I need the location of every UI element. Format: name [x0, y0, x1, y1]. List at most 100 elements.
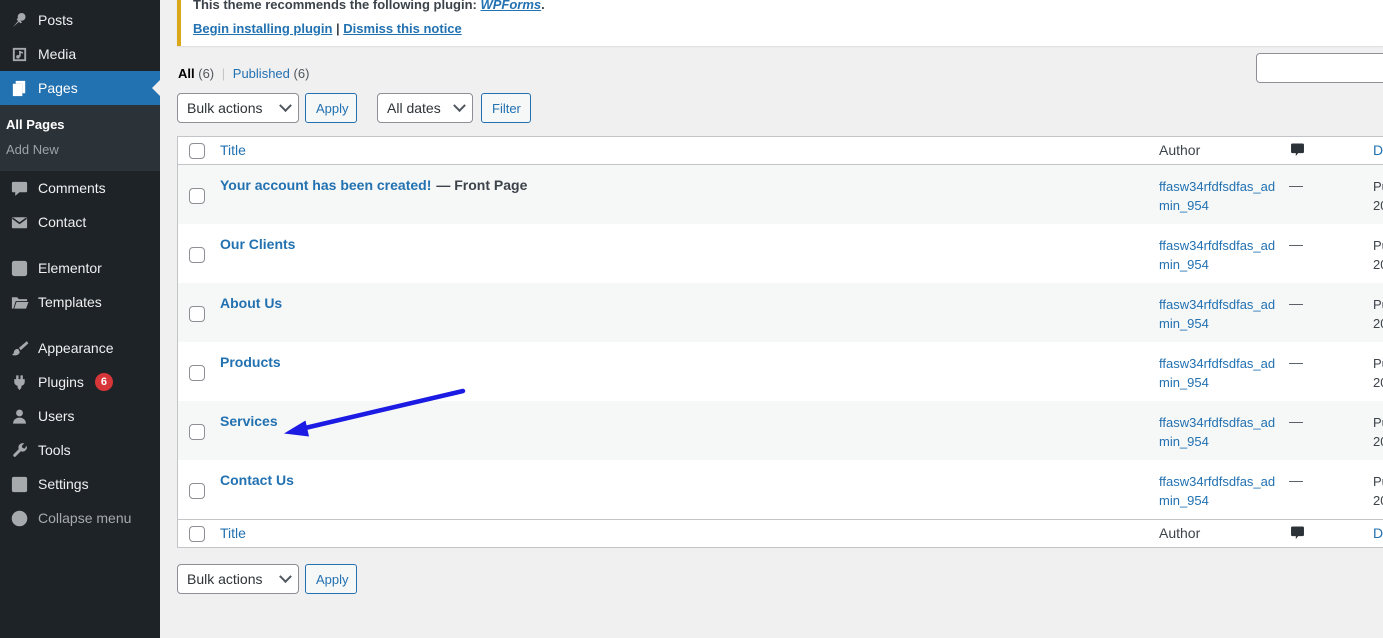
- pages-list-table: Title Author Da Your account has been cr…: [177, 136, 1383, 548]
- view-all-link[interactable]: All: [178, 66, 195, 81]
- dates-filter-select[interactable]: All dates: [377, 93, 473, 123]
- admin-sidebar: Posts Media Pages All Pages Add New Comm…: [0, 0, 160, 638]
- sidebar-item-users[interactable]: Users: [0, 399, 160, 433]
- tablenav-top: Bulk actions Apply All dates Filter: [177, 93, 1383, 123]
- row-checkbox[interactable]: [189, 306, 205, 322]
- table-row: Contact Us ffasw34rfdfsdfas_admin_954 — …: [178, 460, 1383, 519]
- view-all-count: (6): [198, 66, 214, 81]
- sidebar-item-plugins[interactable]: Plugins 6: [0, 365, 160, 399]
- date-cell: Pu20: [1373, 165, 1383, 224]
- author-link[interactable]: ffasw34rfdfsdfas_admin_954: [1159, 236, 1279, 274]
- comment-count: —: [1289, 295, 1303, 311]
- author-link[interactable]: ffasw34rfdfsdfas_admin_954: [1159, 295, 1279, 333]
- comment-count: —: [1289, 177, 1303, 193]
- menu-separator: [0, 239, 160, 251]
- sidebar-item-label: Posts: [38, 12, 73, 28]
- select-all-checkbox[interactable]: [189, 143, 205, 159]
- sliders-icon: [10, 475, 29, 494]
- sidebar-item-label: Plugins: [38, 374, 84, 390]
- page-title-link[interactable]: Our Clients: [220, 236, 295, 252]
- page-title-link[interactable]: Your account has been created!: [220, 177, 431, 193]
- notice-text: This theme recommends the following plug…: [193, 0, 480, 12]
- plug-icon: [10, 373, 29, 392]
- comment-count: —: [1289, 413, 1303, 429]
- sidebar-item-all-pages[interactable]: All Pages: [0, 112, 160, 137]
- post-state: — Front Page: [436, 177, 527, 193]
- sidebar-item-elementor[interactable]: Elementor: [0, 251, 160, 285]
- sidebar-item-tools[interactable]: Tools: [0, 433, 160, 467]
- comments-icon: [10, 179, 29, 198]
- main-content: This theme recommends the following plug…: [160, 0, 1383, 628]
- sidebar-item-appearance[interactable]: Appearance: [0, 331, 160, 365]
- publish-date: 20: [1373, 373, 1383, 392]
- sidebar-item-label: Templates: [38, 294, 102, 310]
- folder-icon: [10, 293, 29, 312]
- comment-count: —: [1289, 472, 1303, 488]
- row-checkbox[interactable]: [189, 365, 205, 381]
- apply-button[interactable]: Apply: [305, 93, 357, 123]
- pages-icon: [10, 79, 29, 98]
- bulk-actions-value: Bulk actions: [187, 571, 262, 587]
- comment-bubble-icon: [1289, 143, 1373, 158]
- sidebar-item-comments[interactable]: Comments: [0, 171, 160, 205]
- notice-text-suffix: .: [541, 0, 545, 12]
- sidebar-item-add-new[interactable]: Add New: [0, 137, 160, 162]
- select-all-checkbox[interactable]: [189, 526, 205, 542]
- row-checkbox[interactable]: [189, 424, 205, 440]
- sidebar-item-label: Media: [38, 46, 76, 62]
- sidebar-item-pages[interactable]: Pages: [0, 71, 160, 105]
- wpforms-link[interactable]: WPForms: [480, 0, 541, 12]
- date-cell: Pu20: [1373, 224, 1383, 283]
- table-row-services: Services ffasw34rfdfsdfas_admin_954 — Pu…: [178, 401, 1383, 460]
- publish-status: Pu: [1373, 295, 1383, 314]
- row-checkbox[interactable]: [189, 483, 205, 499]
- sidebar-item-contact[interactable]: Contact: [0, 205, 160, 239]
- dates-filter-value: All dates: [387, 100, 441, 116]
- sidebar-item-templates[interactable]: Templates: [0, 285, 160, 319]
- sidebar-item-label: Contact: [38, 214, 86, 230]
- page-title-link[interactable]: About Us: [220, 295, 282, 311]
- author-link[interactable]: ffasw34rfdfsdfas_admin_954: [1159, 472, 1279, 510]
- date-cell: Pu20: [1373, 401, 1383, 460]
- collapse-icon: [10, 509, 29, 528]
- dismiss-notice-link[interactable]: Dismiss this notice: [343, 21, 461, 36]
- sidebar-item-label: Pages: [38, 80, 78, 96]
- page-title-link[interactable]: Contact Us: [220, 472, 294, 488]
- publish-status: Pu: [1373, 236, 1383, 255]
- author-link[interactable]: ffasw34rfdfsdfas_admin_954: [1159, 177, 1279, 215]
- notice-message: This theme recommends the following plug…: [193, 0, 1371, 12]
- sort-date-header[interactable]: Da: [1373, 142, 1383, 158]
- comment-bubble-icon: [1289, 526, 1373, 541]
- author-link[interactable]: ffasw34rfdfsdfas_admin_954: [1159, 354, 1279, 392]
- view-published-link[interactable]: Published: [233, 66, 290, 81]
- filter-button[interactable]: Filter: [481, 93, 531, 123]
- page-title-link[interactable]: Services: [220, 413, 278, 429]
- author-link[interactable]: ffasw34rfdfsdfas_admin_954: [1159, 413, 1279, 451]
- sidebar-item-label: Comments: [38, 180, 106, 196]
- author-header: Author: [1159, 142, 1200, 158]
- sort-date-footer[interactable]: Da: [1373, 525, 1383, 541]
- view-filter-links: All (6) | Published (6): [178, 66, 1383, 81]
- sidebar-item-media[interactable]: Media: [0, 37, 160, 71]
- begin-installing-plugin-link[interactable]: Begin installing plugin: [193, 21, 332, 36]
- row-checkbox[interactable]: [189, 247, 205, 263]
- view-published-count: (6): [294, 66, 310, 81]
- wrench-icon: [10, 441, 29, 460]
- table-row: Products ffasw34rfdfsdfas_admin_954 — Pu…: [178, 342, 1383, 401]
- row-checkbox[interactable]: [189, 188, 205, 204]
- bulk-actions-select-bottom[interactable]: Bulk actions: [177, 564, 299, 594]
- bulk-actions-select[interactable]: Bulk actions: [177, 93, 299, 123]
- apply-button-bottom[interactable]: Apply: [305, 564, 357, 594]
- page-title-link[interactable]: Products: [220, 354, 281, 370]
- chevron-down-icon: [453, 99, 466, 112]
- sidebar-item-label: Elementor: [38, 260, 102, 276]
- search-input[interactable]: [1256, 53, 1383, 83]
- sidebar-item-posts[interactable]: Posts: [0, 3, 160, 37]
- sidebar-item-settings[interactable]: Settings: [0, 467, 160, 501]
- sort-title-footer[interactable]: Title: [220, 525, 246, 541]
- sort-title-header[interactable]: Title: [220, 142, 246, 158]
- envelope-icon: [10, 213, 29, 232]
- menu-separator: [0, 319, 160, 331]
- collapse-menu-button[interactable]: Collapse menu: [0, 501, 160, 535]
- chevron-down-icon: [279, 570, 292, 583]
